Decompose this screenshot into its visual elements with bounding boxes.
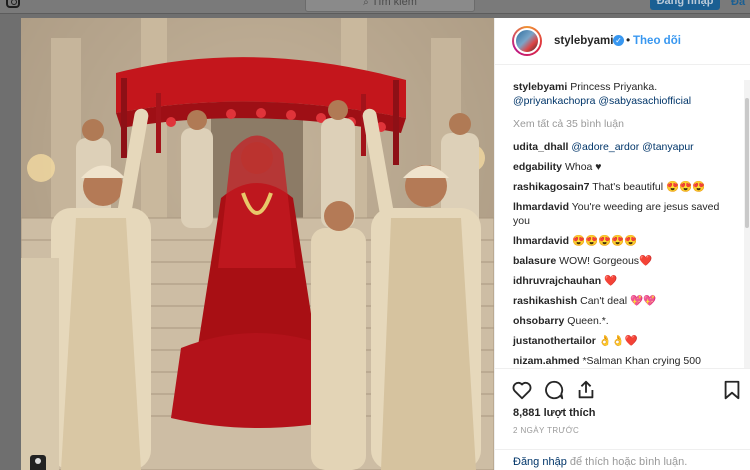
post-username[interactable]: stylebyami [554,35,613,47]
comment-username[interactable]: balasure [513,255,556,267]
comment-list[interactable]: stylebyami Princess Priyanka. @priyankac… [495,80,743,368]
heart-icon[interactable] [511,379,533,401]
post-timestamp: 2 NGÀY TRƯỚC [513,426,580,435]
caption-username[interactable]: stylebyami [513,81,567,93]
comment-text: Queen.*. [567,315,609,327]
comment-item: ohsobarry Queen.*. [513,314,729,328]
caption-mentions[interactable]: @priyankachopra @sabyasachiofficial [513,95,691,107]
login-link[interactable]: Đăng nhập [513,456,567,468]
bookmark-icon[interactable] [721,379,743,401]
comment-text: WOW! Gorgeous❤️ [559,255,653,267]
scrollbar-thumb[interactable] [745,98,749,228]
post-header: stylebyami ✓ • Theo dõi [495,18,750,65]
comment-text[interactable]: @adore_ardor @tanyapur [571,141,693,153]
comment-item: justanothertailor 👌👌❤️ [513,334,729,348]
instagram-logo-icon[interactable] [6,0,20,8]
avatar[interactable] [512,26,542,56]
comment-item: rashikagosain7 That's beautiful 😍😍😍 [513,180,729,194]
caption-text: Princess Priyanka. [570,81,658,93]
comment-text: That's beautiful 😍😍😍 [592,181,706,193]
likes-count[interactable]: 8,881 lượt thích [513,407,595,419]
comment-item: lhmardavid You're weeding are jesus save… [513,200,729,228]
top-navigation: ⌕ Tìm kiếm Đăng nhập Đă [0,0,750,14]
login-button[interactable]: Đăng nhập [650,0,720,10]
comment-username[interactable]: nizam.ahmed [513,355,580,367]
comment-item: nizam.ahmed *Salman Khan crying 500 [513,354,729,368]
comment-item: idhruvrajchauhan ❤️ [513,274,729,288]
comment-username[interactable]: lhmardavid [513,201,569,213]
view-all-comments-link[interactable]: Xem tất cả 35 bình luận [513,117,729,131]
post-caption: stylebyami Princess Priyanka. @priyankac… [513,80,729,108]
follow-button[interactable]: Theo dõi [633,35,681,47]
comment-item: rashikashish Can't deal 💖💖 [513,294,729,308]
comment-item: edgability Whoa ♥ [513,160,729,174]
comment-text: *Salman Khan crying 500 [582,355,701,367]
comment-text: ❤️ [604,275,618,287]
comment-username[interactable]: rashikagosain7 [513,181,589,193]
comment-username[interactable]: idhruvrajchauhan [513,275,601,287]
comment-username[interactable]: lhmardavid [513,235,569,247]
comment-username[interactable]: rashikashish [513,295,577,307]
comment-username[interactable]: edgability [513,161,562,173]
comment-icon[interactable] [543,379,565,401]
login-prompt: Đăng nhập để thích hoặc bình luận. [495,449,750,470]
separator-dot: • [626,33,631,47]
search-input[interactable]: ⌕ Tìm kiếm [305,0,475,12]
user-tag-icon[interactable] [30,455,46,470]
search-icon: ⌕ [363,0,369,8]
comment-username[interactable]: ohsobarry [513,315,564,327]
post-side-panel: stylebyami ✓ • Theo dõi stylebyami Princ… [494,18,750,470]
post-photo[interactable] [21,18,494,470]
signup-link[interactable]: Đă [731,0,745,8]
verified-icon: ✓ [613,35,624,46]
comment-text: 😍😍😍😍😍 [571,235,638,247]
comment-item: udita_dhall @adore_ardor @tanyapur [513,140,729,154]
comment-item: balasure WOW! Gorgeous❤️ [513,254,729,268]
share-icon[interactable] [575,379,597,401]
comment-text: Whoa ♥ [564,161,602,173]
wedding-photo-illustration [21,18,494,470]
login-prompt-text: để thích hoặc bình luận. [569,456,688,468]
comment-username[interactable]: justanothertailor [513,335,596,347]
comment-username[interactable]: udita_dhall [513,141,568,153]
comment-item: lhmardavid 😍😍😍😍😍 [513,234,729,248]
comment-text: 👌👌❤️ [598,335,638,347]
post-actions: 8,881 lượt thích 2 NGÀY TRƯỚC Đăng nhập … [495,368,750,470]
comment-text: Can't deal 💖💖 [580,295,657,307]
